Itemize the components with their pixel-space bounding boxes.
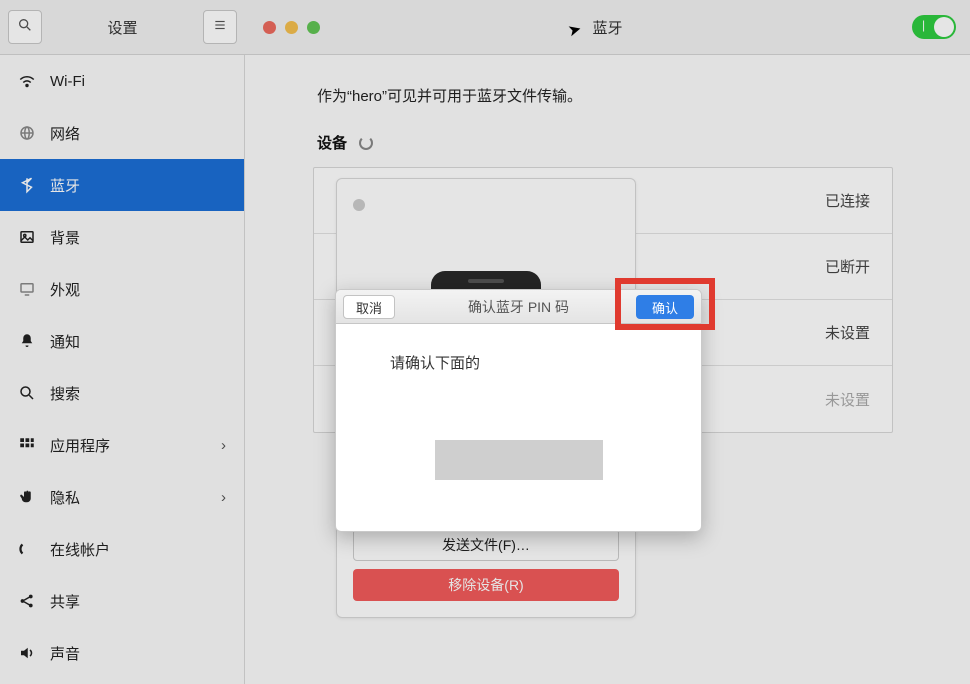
device-status: 已断开 bbox=[825, 256, 870, 277]
globe-icon bbox=[18, 124, 36, 142]
close-window-icon[interactable] bbox=[263, 21, 276, 34]
sidebar-item-label: 应用程序 bbox=[50, 435, 110, 456]
device-status-dot-icon bbox=[353, 199, 365, 211]
sidebar-item-apps[interactable]: 应用程序 › bbox=[0, 419, 244, 471]
devices-label: 设备 bbox=[317, 132, 347, 153]
dialog-header: 取消 确认蓝牙 PIN 码 确认 bbox=[336, 290, 701, 324]
share-icon bbox=[18, 592, 36, 610]
chevron-right-icon: › bbox=[221, 489, 226, 506]
device-status: 未设置 bbox=[825, 322, 870, 343]
bluetooth-toggle[interactable] bbox=[912, 15, 956, 39]
dialog-body-text: 请确认下面的 bbox=[336, 324, 701, 373]
sidebar-item-search[interactable]: 搜索 bbox=[0, 367, 244, 419]
sidebar-item-appearance[interactable]: 外观 bbox=[0, 263, 244, 315]
pin-code-box bbox=[435, 440, 603, 480]
sidebar-item-label: 搜索 bbox=[50, 383, 80, 404]
bluetooth-icon bbox=[18, 176, 36, 194]
sidebar-item-label: 声音 bbox=[50, 643, 80, 664]
sidebar-item-network[interactable]: 网络 bbox=[0, 107, 244, 159]
menu-button[interactable] bbox=[203, 10, 237, 44]
visibility-text: 作为“hero”可见并可用于蓝牙文件传输。 bbox=[317, 85, 934, 106]
sidebar-item-bluetooth[interactable]: 蓝牙 bbox=[0, 159, 244, 211]
hand-icon bbox=[18, 488, 36, 506]
settings-title: 设置 bbox=[42, 17, 203, 38]
bell-icon bbox=[18, 332, 36, 350]
search-icon bbox=[17, 17, 33, 38]
confirm-button[interactable]: 确认 bbox=[636, 295, 694, 319]
image-icon bbox=[18, 228, 36, 246]
sidebar-item-label: 在线帐户 bbox=[50, 539, 110, 560]
display-icon bbox=[18, 280, 36, 298]
page-title: 蓝牙 bbox=[592, 17, 622, 38]
arc-icon bbox=[18, 540, 36, 558]
grid-icon bbox=[18, 436, 36, 454]
sidebar: Wi-Fi 网络 蓝牙 背景 外观 通知 搜索 应用程序 › 隐私 › 在线帐户… bbox=[0, 55, 245, 684]
sidebar-item-label: 网络 bbox=[50, 123, 80, 144]
sidebar-item-label: 通知 bbox=[50, 331, 80, 352]
sidebar-item-notifications[interactable]: 通知 bbox=[0, 315, 244, 367]
sidebar-item-privacy[interactable]: 隐私 › bbox=[0, 471, 244, 523]
phone-illustration-icon bbox=[431, 271, 541, 291]
device-status: 已连接 bbox=[825, 190, 870, 211]
confirm-pin-dialog: 取消 确认蓝牙 PIN 码 确认 请确认下面的 bbox=[335, 289, 702, 532]
remove-device-button[interactable]: 移除设备(R) bbox=[353, 569, 619, 601]
sidebar-item-label: Wi-Fi bbox=[50, 73, 85, 90]
menu-icon bbox=[213, 18, 227, 37]
chevron-right-icon: › bbox=[221, 437, 226, 454]
devices-header: 设备 bbox=[317, 132, 934, 153]
loading-spinner-icon bbox=[359, 136, 373, 150]
minimize-window-icon[interactable] bbox=[285, 21, 298, 34]
sidebar-item-online-accounts[interactable]: 在线帐户 bbox=[0, 523, 244, 575]
sidebar-item-label: 隐私 bbox=[50, 487, 80, 508]
search-icon bbox=[18, 384, 36, 402]
maximize-window-icon[interactable] bbox=[307, 21, 320, 34]
page-titlebar: 蓝牙 bbox=[245, 0, 970, 55]
sidebar-item-background[interactable]: 背景 bbox=[0, 211, 244, 263]
sidebar-item-wifi[interactable]: Wi-Fi bbox=[0, 55, 244, 107]
sidebar-item-sharing[interactable]: 共享 bbox=[0, 575, 244, 627]
sidebar-item-label: 背景 bbox=[50, 227, 80, 248]
device-status: 未设置 bbox=[825, 389, 870, 410]
search-button[interactable] bbox=[8, 10, 42, 44]
sidebar-item-label: 共享 bbox=[50, 591, 80, 612]
sidebar-item-label: 外观 bbox=[50, 279, 80, 300]
sidebar-item-label: 蓝牙 bbox=[50, 175, 80, 196]
sound-icon bbox=[18, 644, 36, 662]
sidebar-item-sound[interactable]: 声音 bbox=[0, 627, 244, 679]
window-controls bbox=[263, 21, 320, 34]
send-files-button[interactable]: 发送文件(F)… bbox=[353, 529, 619, 561]
cancel-button[interactable]: 取消 bbox=[343, 295, 395, 319]
settings-titlebar: 设置 bbox=[0, 0, 245, 55]
wifi-icon bbox=[18, 72, 36, 90]
